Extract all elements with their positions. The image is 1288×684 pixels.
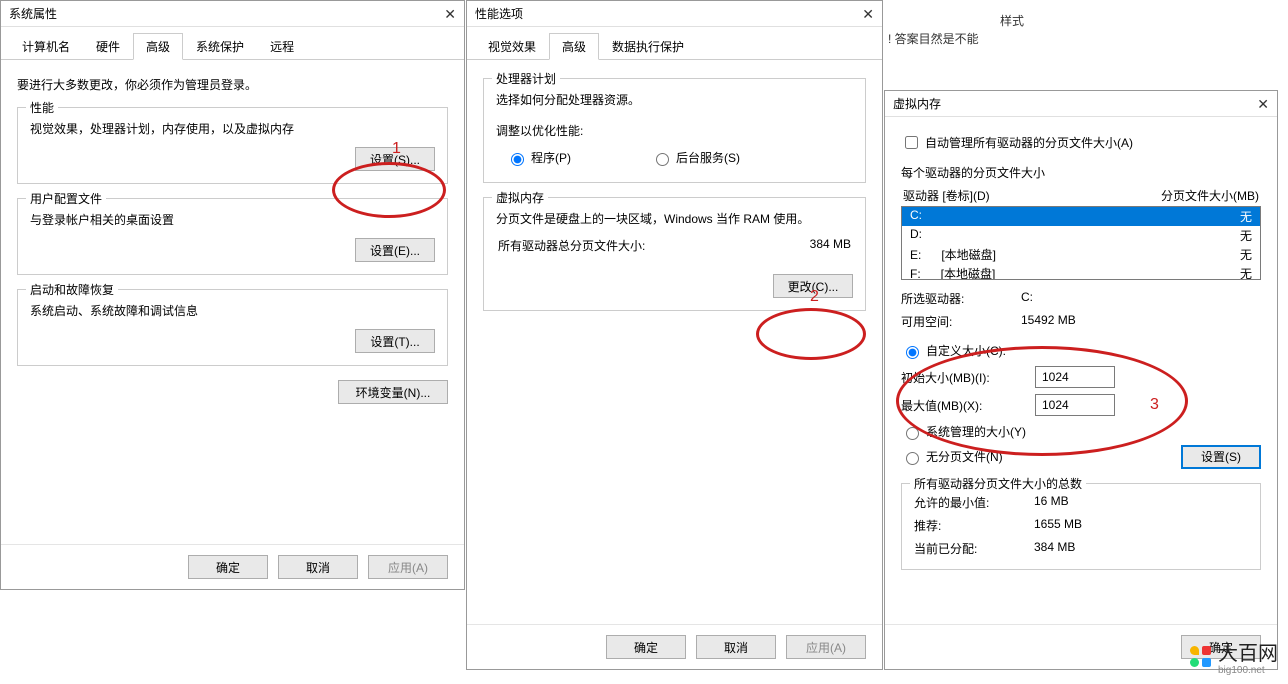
startup-recovery-desc: 系统启动、系统故障和调试信息: [30, 302, 435, 319]
user-profiles-desc: 与登录帐户相关的桌面设置: [30, 211, 435, 228]
tab-remote[interactable]: 远程: [257, 33, 307, 60]
sysprops-tabs: 计算机名 硬件 高级 系统保护 远程: [1, 27, 464, 60]
sysprops-title: 系统属性: [9, 1, 57, 27]
tab-hardware[interactable]: 硬件: [83, 33, 133, 60]
cancel-button[interactable]: 取消: [278, 555, 358, 579]
virtual-memory-group: 虚拟内存 分页文件是硬盘上的一块区域，Windows 当作 RAM 使用。 所有…: [483, 197, 866, 311]
drive-row[interactable]: E: [本地磁盘]无: [902, 245, 1260, 264]
drive-row[interactable]: C:无: [902, 207, 1260, 226]
processor-scheduling-title: 处理器计划: [492, 70, 560, 87]
drive-header-size: 分页文件大小(MB): [1161, 187, 1259, 204]
initial-size-label: 初始大小(MB)(I):: [901, 369, 1027, 386]
maximum-size-input[interactable]: [1035, 394, 1115, 416]
each-drive-label: 每个驱动器的分页文件大小: [901, 164, 1261, 181]
apply-button[interactable]: 应用(A): [368, 555, 448, 579]
ok-button[interactable]: 确定: [188, 555, 268, 579]
total-paging-label: 所有驱动器总分页文件大小:: [498, 237, 645, 254]
close-icon[interactable]: ✕: [838, 1, 874, 27]
performance-settings-button[interactable]: 设置(S)...: [355, 147, 435, 171]
change-virtual-memory-button[interactable]: 更改(C)...: [773, 274, 853, 298]
close-icon[interactable]: ✕: [1233, 91, 1269, 117]
user-profiles-title: 用户配置文件: [26, 190, 106, 207]
cancel-button[interactable]: 取消: [696, 635, 776, 659]
tab-system-protection[interactable]: 系统保护: [183, 33, 257, 60]
recommended-label: 推荐:: [914, 517, 1034, 534]
system-properties-dialog: 系统属性 ✕ 计算机名 硬件 高级 系统保护 远程 要进行大多数更改，你必须作为…: [0, 0, 465, 590]
startup-recovery-title: 启动和故障恢复: [26, 281, 118, 298]
processor-scheduling-group: 处理器计划 选择如何分配处理器资源。 调整以优化性能: 程序(P) 后台服务(S…: [483, 78, 866, 183]
drive-row[interactable]: D:无: [902, 226, 1260, 245]
admin-required-text: 要进行大多数更改，你必须作为管理员登录。: [17, 76, 448, 93]
tab-advanced[interactable]: 高级: [133, 33, 183, 60]
programs-radio[interactable]: 程序(P): [506, 149, 571, 166]
free-space-value: 15492 MB: [1021, 313, 1261, 330]
adjust-label: 调整以优化性能:: [496, 122, 853, 139]
logo-text: 大百网: [1218, 643, 1278, 665]
ok-button[interactable]: 确定: [606, 635, 686, 659]
free-space-label: 可用空间:: [901, 313, 1021, 330]
drive-header-drive: 驱动器 [卷标](D): [903, 187, 990, 204]
min-allowed-label: 允许的最小值:: [914, 494, 1034, 511]
vmdlg-titlebar: 虚拟内存 ✕: [885, 91, 1277, 117]
logo-icon: [1190, 646, 1212, 668]
vmdlg-title: 虚拟内存: [893, 91, 941, 117]
perfopts-tabs: 视觉效果 高级 数据执行保护: [467, 27, 882, 60]
site-logo: 大百网 big100.net: [1190, 637, 1278, 676]
background-services-radio[interactable]: 后台服务(S): [651, 149, 740, 166]
virtual-memory-desc: 分页文件是硬盘上的一块区域，Windows 当作 RAM 使用。: [496, 210, 853, 227]
recommended-value: 1655 MB: [1034, 517, 1248, 534]
performance-group-title: 性能: [26, 99, 58, 116]
tab-advanced[interactable]: 高级: [549, 33, 599, 60]
maximum-size-label: 最大值(MB)(X):: [901, 397, 1027, 414]
performance-desc: 视觉效果，处理器计划，内存使用，以及虚拟内存: [30, 120, 435, 137]
virtual-memory-dialog: 虚拟内存 ✕ 自动管理所有驱动器的分页文件大小(A) 每个驱动器的分页文件大小 …: [884, 90, 1278, 670]
initial-size-input[interactable]: [1035, 366, 1115, 388]
sysprops-titlebar: 系统属性 ✕: [1, 1, 464, 27]
system-managed-radio[interactable]: 系统管理的大小(Y): [901, 419, 1261, 444]
totals-title: 所有驱动器分页文件大小的总数: [910, 475, 1086, 492]
auto-manage-checkbox[interactable]: 自动管理所有驱动器的分页文件大小(A): [901, 133, 1133, 152]
set-button[interactable]: 设置(S): [1181, 445, 1261, 469]
startup-recovery-group: 启动和故障恢复 系统启动、系统故障和调试信息 设置(T)...: [17, 289, 448, 366]
bg-fragment-text: ! 答案目然是不能: [888, 30, 979, 47]
user-profiles-settings-button[interactable]: 设置(E)...: [355, 238, 435, 262]
currently-allocated-value: 384 MB: [1034, 540, 1248, 557]
totals-group: 所有驱动器分页文件大小的总数 允许的最小值: 16 MB 推荐: 1655 MB…: [901, 483, 1261, 570]
drive-row[interactable]: F: [本地磁盘]无: [902, 264, 1260, 280]
apply-button[interactable]: 应用(A): [786, 635, 866, 659]
selected-drive-label: 所选驱动器:: [901, 290, 1021, 307]
no-paging-file-radio[interactable]: 无分页文件(N): [901, 444, 1003, 469]
min-allowed-value: 16 MB: [1034, 494, 1248, 511]
total-paging-value: 384 MB: [810, 237, 851, 254]
custom-size-radio[interactable]: 自定义大小(C):: [901, 338, 1261, 363]
tab-visual-effects[interactable]: 视觉效果: [475, 33, 549, 60]
drive-list[interactable]: C:无D:无E: [本地磁盘]无F: [本地磁盘]无: [901, 206, 1261, 280]
performance-options-dialog: 性能选项 ✕ 视觉效果 高级 数据执行保护 处理器计划 选择如何分配处理器资源。…: [466, 0, 883, 670]
performance-group: 性能 视觉效果，处理器计划，内存使用，以及虚拟内存 设置(S)...: [17, 107, 448, 184]
startup-recovery-settings-button[interactable]: 设置(T)...: [355, 329, 435, 353]
logo-subtext: big100.net: [1218, 666, 1278, 676]
processor-scheduling-desc: 选择如何分配处理器资源。: [496, 91, 853, 108]
virtual-memory-title: 虚拟内存: [492, 189, 548, 206]
tab-dep[interactable]: 数据执行保护: [599, 33, 697, 60]
environment-variables-button[interactable]: 环境变量(N)...: [338, 380, 448, 404]
bg-styles-label: 样式: [1000, 12, 1024, 29]
user-profiles-group: 用户配置文件 与登录帐户相关的桌面设置 设置(E)...: [17, 198, 448, 275]
perfopts-titlebar: 性能选项 ✕: [467, 1, 882, 27]
tab-computer-name[interactable]: 计算机名: [9, 33, 83, 60]
close-icon[interactable]: ✕: [420, 1, 456, 27]
selected-drive-value: C:: [1021, 290, 1261, 307]
perfopts-title: 性能选项: [475, 1, 523, 27]
currently-allocated-label: 当前已分配:: [914, 540, 1034, 557]
